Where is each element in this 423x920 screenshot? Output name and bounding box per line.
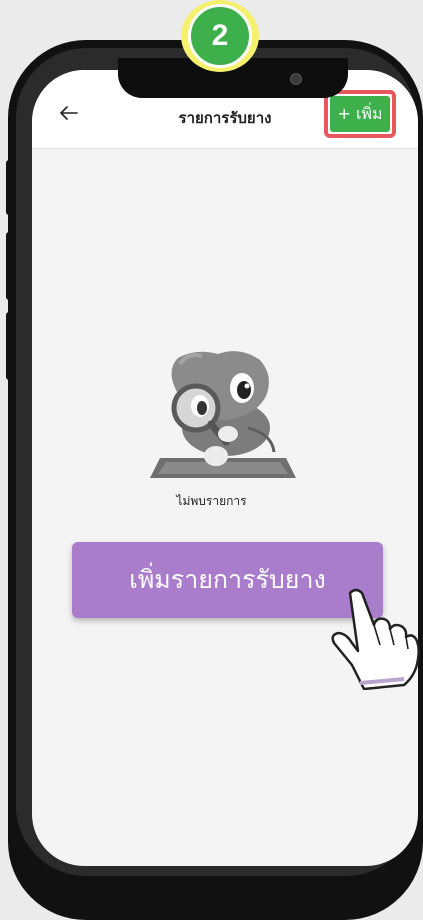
mascot-magnifier-icon <box>150 351 296 478</box>
step-badge: 2 <box>181 0 259 72</box>
side-button <box>6 160 14 215</box>
side-button <box>6 232 14 300</box>
empty-state-text: ไม่พบรายการ <box>176 494 247 508</box>
add-button-highlight[interactable]: + เพิ่ม <box>324 90 396 138</box>
pointing-hand-icon <box>331 588 420 690</box>
step-number: 2 <box>188 4 252 68</box>
side-button <box>6 312 14 380</box>
camera-icon <box>290 73 302 85</box>
add-button[interactable]: + เพิ่ม <box>330 96 390 132</box>
